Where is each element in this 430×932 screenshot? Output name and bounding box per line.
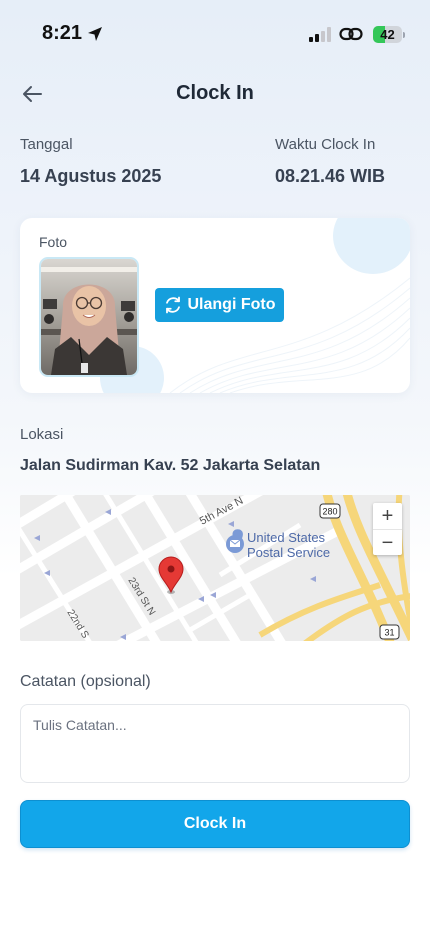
status-time: 8:21	[42, 22, 83, 44]
map-zoom-control: + −	[373, 503, 402, 555]
zoom-in-button[interactable]: +	[373, 503, 402, 529]
signal-icon	[309, 27, 331, 42]
clock-in-time-label: Waktu Clock In	[275, 136, 376, 153]
location-arrow-icon	[88, 27, 102, 41]
map-poi-line1: United States	[247, 530, 326, 545]
location-address: Jalan Sudirman Kav. 52 Jakarta Selatan	[20, 457, 321, 474]
highway-280-shield: 280	[319, 503, 341, 519]
clock-in-button[interactable]: Clock In	[20, 800, 410, 848]
link-icon	[339, 27, 363, 41]
photo-label: Foto	[39, 234, 68, 250]
date-value: 14 Agustus 2025	[20, 166, 162, 186]
map-canvas[interactable]: 5th Ave N 23rd St N 22nd S United States…	[20, 495, 410, 641]
page-title: Clock In	[176, 82, 254, 104]
selfie-image	[41, 259, 137, 375]
zoom-out-button[interactable]: −	[373, 529, 402, 555]
battery-nub	[403, 32, 405, 38]
refresh-icon	[165, 296, 180, 314]
battery-body: 42	[373, 26, 402, 43]
battery-icon: 42	[373, 25, 405, 44]
highway-31-shield: 31	[379, 624, 400, 640]
location-map[interactable]: 5th Ave N 23rd St N 22nd S United States…	[20, 495, 410, 641]
map-poi-line2: Postal Service	[247, 545, 330, 560]
retake-photo-button[interactable]: Ulangi Foto	[155, 288, 284, 322]
svg-text:280: 280	[322, 507, 337, 517]
notes-input[interactable]	[20, 704, 410, 783]
clock-in-time-value: 08.21.46 WIB	[275, 166, 386, 186]
date-label: Tanggal	[20, 136, 73, 153]
selfie-photo[interactable]	[39, 257, 139, 377]
retake-photo-label: Ulangi Foto	[187, 296, 276, 313]
photo-card: Foto Ulangi Foto	[20, 218, 410, 393]
status-bar: 8:21 42	[0, 0, 430, 64]
notes-label: Catatan (opsional)	[20, 673, 151, 690]
battery-level: 42	[380, 27, 395, 42]
location-label: Lokasi	[20, 426, 64, 443]
svg-text:31: 31	[384, 628, 394, 638]
